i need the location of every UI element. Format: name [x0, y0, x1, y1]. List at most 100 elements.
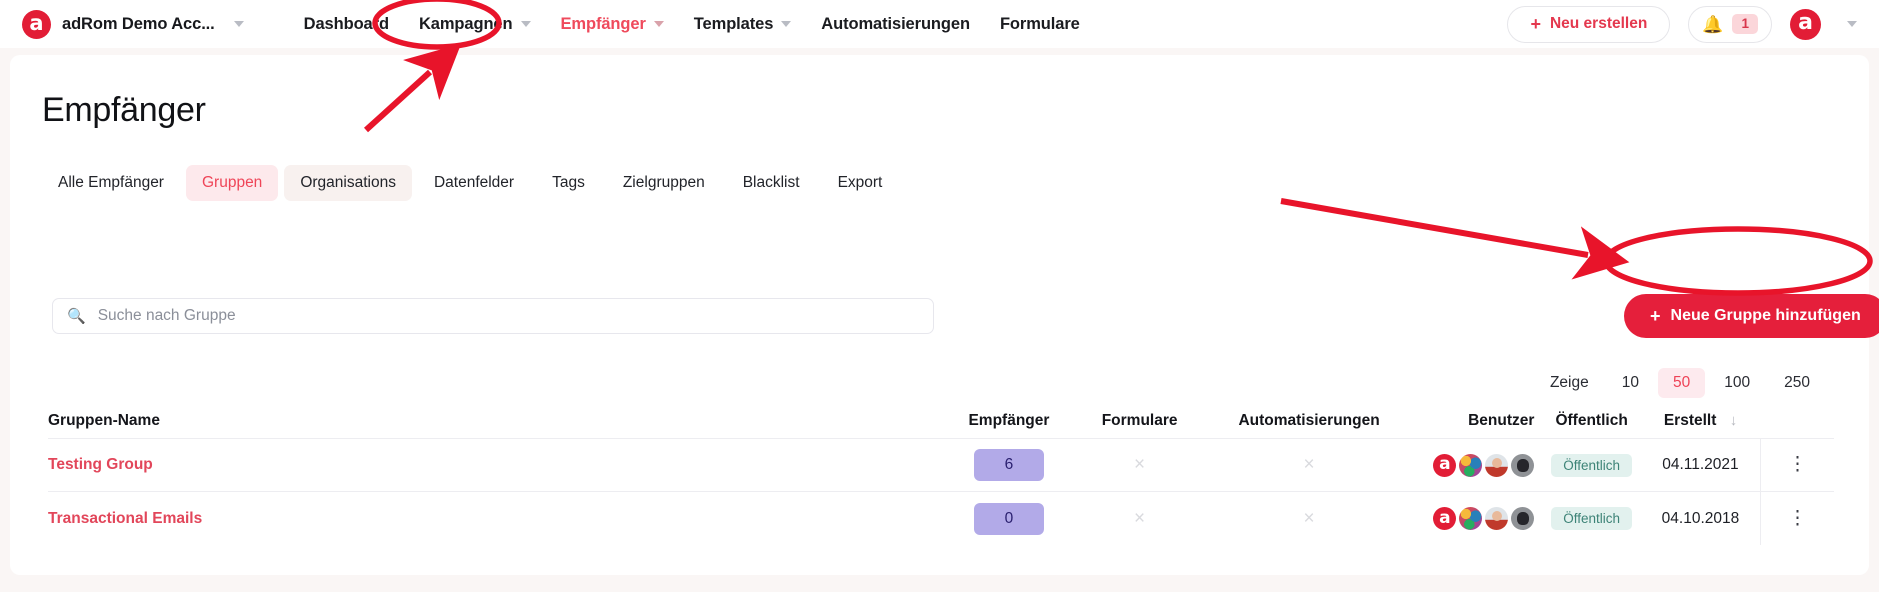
group-name-link[interactable]: Transactional Emails: [48, 510, 202, 527]
group-name-link[interactable]: Testing Group: [48, 456, 153, 473]
neu-erstellen-button[interactable]: + Neu erstellen: [1507, 5, 1671, 43]
cell-automatisierungen: ×: [1209, 455, 1410, 475]
close-icon: ×: [1303, 507, 1315, 529]
page-size-50[interactable]: 50: [1658, 368, 1706, 398]
created-date: 04.11.2021: [1662, 456, 1739, 473]
neu-erstellen-label: Neu erstellen: [1549, 15, 1648, 32]
cell-formulare: ×: [1070, 455, 1208, 475]
column-header-empfaenger[interactable]: Empfänger: [947, 412, 1070, 430]
avatar: [1511, 507, 1535, 530]
nav-item-empfaenger[interactable]: Empfänger: [561, 15, 664, 34]
avatar-group: a: [1433, 453, 1535, 477]
nav-label: Templates: [693, 14, 774, 33]
chevron-down-icon: [653, 21, 664, 27]
tab-gruppen[interactable]: Gruppen: [185, 165, 279, 201]
page-title: Empfänger: [42, 91, 206, 129]
plus-icon: +: [1530, 14, 1541, 34]
close-icon: ×: [1134, 454, 1146, 475]
status-badge: Öffentlich: [1551, 453, 1632, 477]
table-row[interactable]: Transactional Emails 0 × × a Öffentlich …: [48, 492, 1834, 545]
cell-automatisierungen: ×: [1209, 509, 1410, 529]
avatar: [1511, 453, 1535, 477]
tab-organisations[interactable]: Organisations: [284, 165, 412, 201]
cell-benutzer: a: [1409, 453, 1542, 477]
nav-label: Automatisierungen: [821, 14, 970, 33]
nav-label: Formulare: [999, 14, 1080, 33]
nav-item-automatisierungen[interactable]: Automatisierungen: [821, 15, 970, 34]
cell-oeffentlich: Öffentlich: [1542, 453, 1640, 477]
search-placeholder: Suche nach Gruppe: [97, 307, 236, 324]
page-card: Empfänger Alle Empfänger Gruppen Organis…: [10, 55, 1879, 575]
recipient-count-pill: 6: [973, 449, 1044, 481]
page-size-10[interactable]: 10: [1607, 368, 1654, 398]
plus-icon: +: [1650, 306, 1661, 326]
column-header-benutzer[interactable]: Benutzer: [1409, 412, 1542, 430]
tab-alle-empfaenger[interactable]: Alle Empfänger: [42, 165, 180, 201]
cell-group-name: Testing Group: [48, 456, 947, 474]
chevron-down-icon: [520, 21, 531, 27]
cell-empfaenger-count: 6: [947, 449, 1070, 481]
page-size-250[interactable]: 250: [1769, 368, 1825, 398]
column-header-formulare[interactable]: Formulare: [1071, 412, 1209, 430]
nav-label: Dashboard: [303, 14, 389, 33]
avatar: a: [1433, 453, 1457, 477]
brand-account-switcher[interactable]: a adRom Demo Acc...: [22, 9, 244, 39]
cell-empfaenger-count: 0: [947, 502, 1070, 535]
groups-table: Gruppen-Name Empfänger Formulare Automat…: [48, 403, 1834, 545]
close-icon: ×: [1303, 454, 1315, 475]
neue-gruppe-hinzufuegen-button[interactable]: + Neue Gruppe hinzufügen: [1624, 294, 1879, 338]
table-header-row: Gruppen-Name Empfänger Formulare Automat…: [48, 403, 1834, 439]
page-tabs: Alle Empfänger Gruppen Organisations Dat…: [42, 165, 898, 201]
avatar: [1485, 453, 1509, 477]
nav-item-dashboard[interactable]: Dashboard: [304, 15, 389, 34]
chevron-down-icon[interactable]: [1847, 21, 1857, 27]
more-options-icon[interactable]: ⋮: [1788, 509, 1807, 527]
avatar: a: [1433, 507, 1457, 530]
status-badge: Öffentlich: [1551, 507, 1632, 530]
column-header-actions: [1760, 403, 1834, 439]
tab-export[interactable]: Export: [822, 165, 899, 201]
avatar-group: a: [1433, 507, 1535, 530]
avatar: [1485, 507, 1509, 530]
user-avatar[interactable]: a: [1790, 8, 1821, 40]
table-row[interactable]: Testing Group 6 × × a Öffentlich 04.11.2…: [48, 438, 1834, 492]
avatar: [1459, 507, 1483, 530]
tab-datenfelder[interactable]: Datenfelder: [418, 165, 530, 201]
tab-blacklist[interactable]: Blacklist: [727, 165, 816, 201]
nav-item-templates[interactable]: Templates: [694, 15, 792, 34]
column-header-erstellt-label: Erstellt: [1663, 411, 1717, 429]
column-header-oeffentlich[interactable]: Öffentlich: [1542, 412, 1640, 430]
column-header-erstellt[interactable]: Erstellt ↓: [1641, 412, 1760, 430]
search-group-field[interactable]: 🔍 Suche nach Gruppe: [52, 298, 934, 334]
adrom-logo-icon: a: [22, 9, 51, 39]
column-header-automatisierungen[interactable]: Automatisierungen: [1209, 412, 1410, 430]
app-root: a adRom Demo Acc... Dashboard Kampagnen …: [0, 0, 1879, 592]
main-navigation: Dashboard Kampagnen Empfänger Templates …: [304, 15, 1080, 34]
tab-zielgruppen[interactable]: Zielgruppen: [607, 165, 721, 201]
notifications-button[interactable]: 🔔 1: [1688, 5, 1772, 43]
notification-count-badge: 1: [1732, 13, 1758, 35]
sort-descending-icon: ↓: [1729, 411, 1738, 429]
cell-row-actions[interactable]: ⋮: [1760, 492, 1834, 545]
cell-benutzer: a: [1409, 507, 1542, 530]
chevron-down-icon[interactable]: [233, 21, 244, 27]
navbar-actions: + Neu erstellen 🔔 1 a: [1507, 5, 1857, 43]
nav-label: Kampagnen: [418, 14, 513, 33]
cell-oeffentlich: Öffentlich: [1542, 507, 1640, 530]
page-size-label: Zeige: [1549, 374, 1589, 391]
close-icon: ×: [1134, 507, 1146, 529]
tab-tags[interactable]: Tags: [536, 165, 601, 201]
nav-item-kampagnen[interactable]: Kampagnen: [419, 15, 531, 34]
page-size-100[interactable]: 100: [1709, 368, 1765, 398]
more-options-icon[interactable]: ⋮: [1788, 456, 1807, 474]
recipient-count-pill: 0: [973, 502, 1044, 535]
search-icon: 🔍: [67, 307, 86, 325]
page-size-selector: Zeige 10 50 100 250: [1536, 368, 1825, 398]
nav-label: Empfänger: [560, 14, 646, 33]
column-header-gruppen-name[interactable]: Gruppen-Name: [48, 412, 947, 430]
nav-item-formulare[interactable]: Formulare: [1000, 15, 1080, 34]
cell-row-actions[interactable]: ⋮: [1760, 438, 1834, 492]
bell-icon: 🔔: [1702, 14, 1724, 34]
cell-erstellt: 04.11.2021: [1641, 456, 1760, 474]
created-date: 04.10.2018: [1661, 509, 1740, 527]
